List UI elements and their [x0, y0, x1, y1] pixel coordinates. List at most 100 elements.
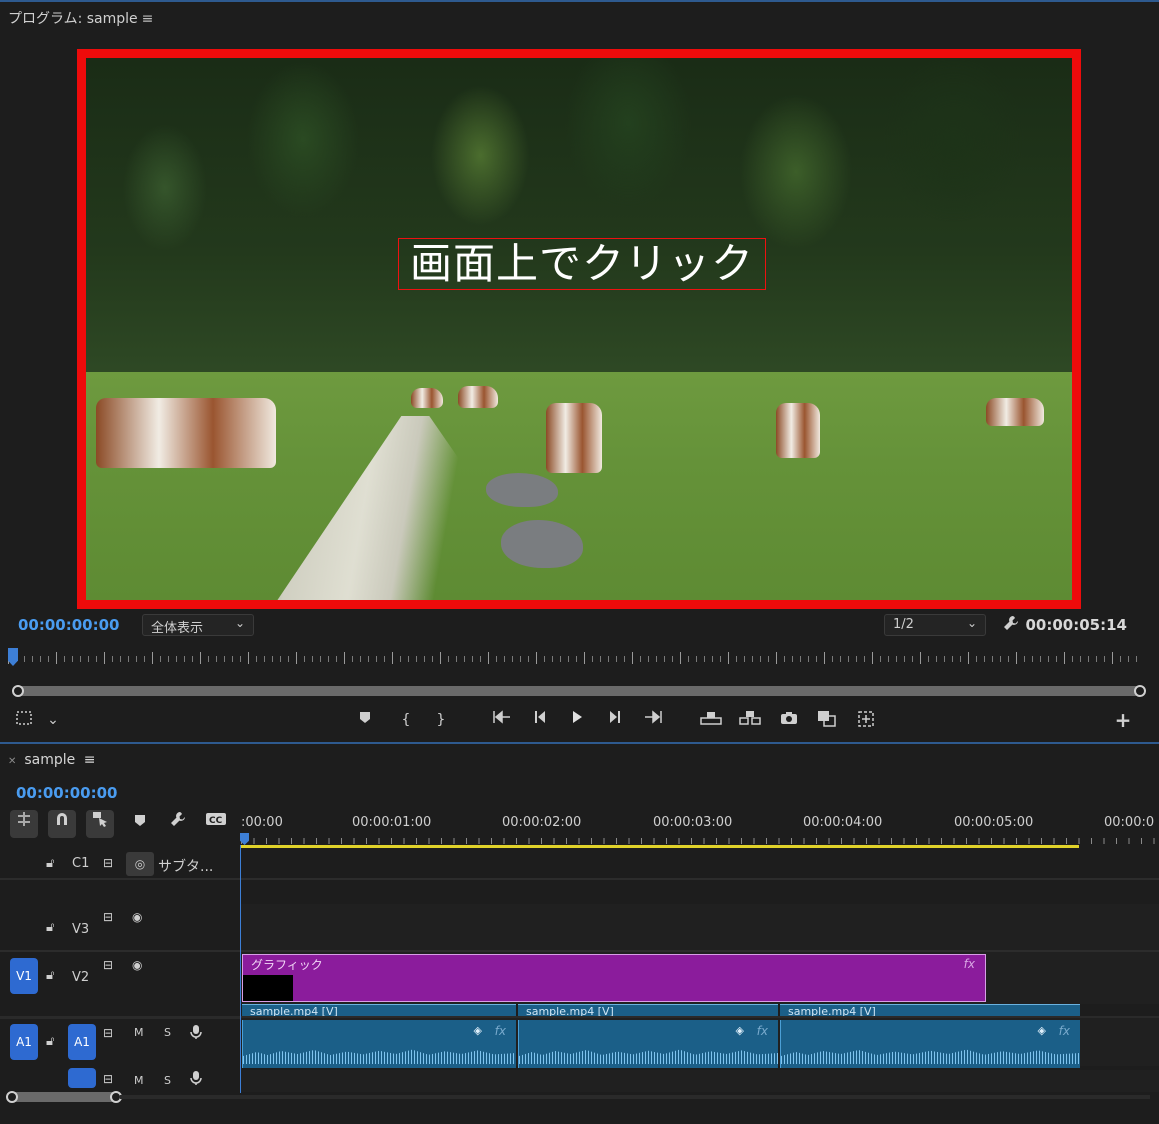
- timeline-timecode[interactable]: 00:00:00:00: [16, 784, 118, 802]
- audio-waveform: [243, 1049, 516, 1064]
- close-tab-icon[interactable]: ✕: [8, 756, 16, 767]
- clip-thumbnail: [243, 975, 293, 1001]
- sync-lock-icon[interactable]: ⊟: [103, 1072, 113, 1086]
- extract-icon[interactable]: [739, 710, 761, 730]
- track-name: C1: [72, 856, 90, 871]
- snap-magnet-icon[interactable]: [48, 810, 76, 838]
- track-body-v3[interactable]: [241, 904, 1159, 950]
- track-name: V3: [72, 922, 90, 937]
- comparison-view-icon[interactable]: [816, 710, 838, 730]
- track-v3: 🔓︎ V3 ⊟ ◉: [0, 904, 1159, 950]
- zoom-scrollbar[interactable]: [12, 685, 1146, 697]
- fx-badge[interactable]: fx: [757, 1024, 768, 1038]
- graphic-clip[interactable]: グラフィック fx: [242, 954, 986, 1002]
- eye-hidden-icon[interactable]: ◎: [126, 852, 154, 876]
- timeline-zoom-scrollbar[interactable]: [6, 1091, 122, 1103]
- timeline-time-ruler[interactable]: :00:00 00:00:01:00 00:00:02:00 00:00:03:…: [241, 812, 1159, 848]
- chevron-down-icon: ⌄: [966, 616, 977, 630]
- button-editor-plus-icon[interactable]: +: [1112, 710, 1134, 730]
- captions-cc-icon[interactable]: CC: [202, 810, 230, 838]
- audio-clip[interactable]: ◈ fx: [780, 1020, 1080, 1068]
- solo-button[interactable]: S: [164, 1026, 171, 1039]
- ruler-label: 00:00:01:00: [352, 815, 432, 830]
- ruler-label: 00:00:03:00: [653, 815, 733, 830]
- sync-lock-icon[interactable]: ⊟: [103, 856, 113, 870]
- track-body-c1[interactable]: [241, 850, 1159, 880]
- audio-keyframe-icon: ◈: [1037, 1024, 1046, 1037]
- add-marker-icon[interactable]: [354, 710, 376, 730]
- chevron-down-icon[interactable]: ⌄: [42, 710, 64, 730]
- chevron-down-icon: ⌄: [234, 616, 245, 630]
- solo-button[interactable]: S: [164, 1074, 171, 1087]
- audio-waveform: [781, 1049, 1080, 1064]
- program-monitor-title-text: プログラム: sample: [8, 11, 138, 27]
- mute-button[interactable]: M: [134, 1026, 144, 1039]
- scrollbar-left-handle[interactable]: [6, 1091, 18, 1103]
- fx-badge[interactable]: fx: [1059, 1024, 1070, 1038]
- mark-out-icon[interactable]: }: [430, 710, 452, 730]
- lock-icon[interactable]: 🔓︎: [46, 1034, 54, 1049]
- safe-margins-icon[interactable]: [13, 710, 35, 730]
- microphone-icon[interactable]: [190, 1070, 202, 1089]
- go-to-out-icon[interactable]: [643, 710, 665, 730]
- cow: [776, 403, 820, 458]
- audio-clip[interactable]: ◈ fx: [242, 1020, 516, 1068]
- go-to-in-icon[interactable]: [490, 710, 512, 730]
- program-viewer[interactable]: 画面上でクリック: [77, 49, 1081, 609]
- playhead-timecode[interactable]: 00:00:00:00: [18, 616, 120, 634]
- audio-clip[interactable]: ◈ fx: [518, 1020, 778, 1068]
- cow: [96, 398, 276, 468]
- rock: [486, 473, 558, 507]
- eye-icon[interactable]: ◉: [132, 910, 142, 924]
- track-header-v2: V1 🔓︎ V2 ⊟ ◉: [0, 952, 240, 1004]
- step-back-icon[interactable]: [529, 710, 551, 730]
- step-forward-icon[interactable]: [604, 710, 626, 730]
- source-patch-a1[interactable]: A1: [10, 1024, 38, 1060]
- panel-menu-icon[interactable]: ≡: [142, 11, 154, 27]
- program-monitor-title[interactable]: プログラム: sample ≡: [8, 8, 153, 28]
- track-target-a2[interactable]: [68, 1068, 96, 1088]
- track-target-a1[interactable]: A1: [68, 1024, 96, 1060]
- sync-lock-icon[interactable]: ⊟: [103, 910, 113, 924]
- lock-icon[interactable]: 🔓︎: [46, 856, 54, 871]
- scrollbar-left-handle[interactable]: [12, 685, 24, 697]
- microphone-icon[interactable]: [190, 1024, 202, 1043]
- sequence-tab[interactable]: ✕ sample ≡: [8, 752, 95, 768]
- track-c1: 🔓︎ C1 ⊟ ◎ サブタ...: [0, 850, 1159, 880]
- playback-resolution-value: 1/2: [893, 617, 914, 632]
- settings-wrench-icon[interactable]: [1002, 614, 1020, 636]
- work-area-bar[interactable]: [241, 845, 1079, 848]
- video-frame: [86, 58, 1072, 600]
- program-time-ruler[interactable]: [8, 650, 1144, 668]
- lock-icon[interactable]: 🔓︎: [46, 920, 54, 935]
- lift-icon[interactable]: [700, 710, 722, 730]
- track-body-a2[interactable]: [241, 1070, 1159, 1092]
- mute-button[interactable]: M: [134, 1074, 144, 1087]
- scrollbar-right-handle[interactable]: [1134, 685, 1146, 697]
- timeline-panel: ✕ sample ≡ 00:00:00:00 CC :00:00 00:00:01…: [0, 742, 1159, 1124]
- source-patch-v1[interactable]: V1: [10, 958, 38, 994]
- timeline-scroll-track[interactable]: [120, 1095, 1150, 1099]
- title-text-overlay[interactable]: 画面上でクリック: [398, 238, 766, 290]
- zoom-level-dropdown[interactable]: 全体表示 ⌄: [142, 614, 254, 636]
- proxy-toggle-icon[interactable]: [855, 710, 877, 730]
- zoom-level-value: 全体表示: [151, 621, 204, 636]
- nest-sequence-icon[interactable]: [10, 810, 38, 838]
- mark-in-icon[interactable]: {: [395, 710, 417, 730]
- export-frame-camera-icon[interactable]: [778, 710, 800, 730]
- clip-label: グラフィック: [251, 958, 323, 972]
- panel-menu-icon[interactable]: ≡: [84, 752, 96, 768]
- fx-badge[interactable]: fx: [495, 1024, 506, 1038]
- add-marker-icon[interactable]: [126, 810, 154, 838]
- sequence-tab-label: sample: [24, 752, 76, 768]
- lock-icon[interactable]: 🔓︎: [46, 968, 54, 983]
- ruler-label: 00:00:05:00: [954, 815, 1034, 830]
- sync-lock-icon[interactable]: ⊟: [103, 958, 113, 972]
- play-icon[interactable]: [566, 710, 588, 730]
- playback-resolution-dropdown[interactable]: 1/2 ⌄: [884, 614, 986, 636]
- sync-lock-icon[interactable]: ⊟: [103, 1026, 113, 1040]
- eye-icon[interactable]: ◉: [132, 958, 142, 972]
- fx-badge[interactable]: fx: [964, 957, 975, 971]
- linked-selection-icon[interactable]: [86, 810, 114, 838]
- timeline-settings-wrench-icon[interactable]: [164, 810, 192, 838]
